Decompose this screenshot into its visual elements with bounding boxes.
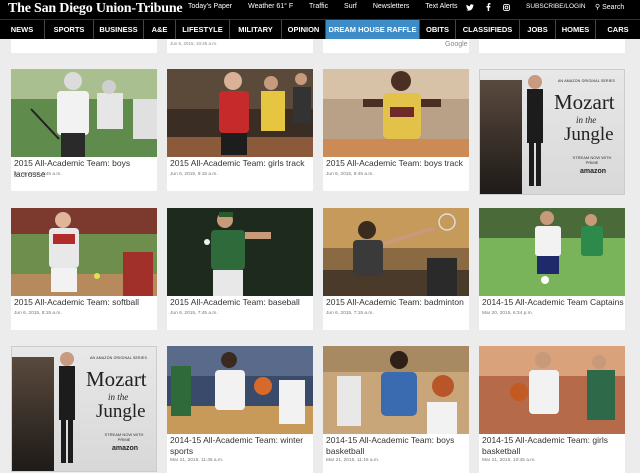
- nav-ae[interactable]: A&E: [144, 20, 176, 40]
- article-thumbnail[interactable]: [167, 208, 313, 296]
- article-title[interactable]: 2014-15 All-Academic Team: winter sports: [170, 435, 312, 457]
- surf-link[interactable]: Surf: [344, 3, 357, 10]
- article-thumbnail[interactable]: [323, 208, 469, 296]
- nav-news[interactable]: NEWS: [0, 20, 45, 40]
- ad-title: Jungle: [564, 124, 614, 145]
- article-card[interactable]: 2015 All-Academic Team: boys track Jun 6…: [323, 69, 469, 191]
- ad-stream-text: STREAM NOW WITH PRIME: [104, 432, 144, 442]
- instagram-icon[interactable]: [498, 4, 514, 13]
- nav-business[interactable]: BUSINESS: [94, 20, 144, 40]
- top-bar: The San Diego Union-Tribune Today's Pape…: [0, 0, 640, 19]
- amazon-logo: amazon: [580, 168, 607, 175]
- nav-homes[interactable]: HOMES: [556, 20, 596, 40]
- ad-series-label: AN AMAZON ORIGINAL SERIES: [90, 356, 147, 360]
- article-date: Jun 6, 2015, 9:15 a.m.: [170, 172, 218, 177]
- main-nav: NEWS SPORTS BUSINESS A&E LIFESTYLE MILIT…: [0, 19, 640, 40]
- article-date: Mar 21, 2015, 10:45 a.m.: [482, 458, 536, 463]
- article-date: Jun 6, 2015, 9:45 a.m.: [14, 172, 62, 177]
- ad-figure: [527, 75, 543, 186]
- article-title[interactable]: 2015 All-Academic Team: girls track: [170, 158, 312, 169]
- article-card[interactable]: 2015 All-Academic Team: softball Jun 6, …: [11, 208, 157, 330]
- article-thumbnail[interactable]: [479, 208, 625, 296]
- card-stub: [479, 39, 625, 53]
- ad-title: Mozart: [86, 367, 147, 391]
- nav-classifieds[interactable]: CLASSIFIEDS: [456, 20, 520, 40]
- article-thumbnail[interactable]: [479, 346, 625, 434]
- article-title[interactable]: 2014-15 All-Academic Team: boys basketba…: [326, 435, 468, 457]
- todays-paper-link[interactable]: Today's Paper: [188, 3, 232, 10]
- article-title[interactable]: 2014-15 All-Academic Team Captains: [482, 297, 624, 308]
- card-date: Jun 6, 2015, 10:45 a.m.: [170, 41, 218, 46]
- amazon-logo: amazon: [112, 445, 139, 452]
- ad-figure: [59, 352, 75, 463]
- newsletters-link[interactable]: Newsletters: [373, 3, 410, 10]
- traffic-link[interactable]: Traffic: [309, 3, 328, 10]
- article-title[interactable]: 2014-15 All-Academic Team: girls basketb…: [482, 435, 624, 457]
- article-title[interactable]: 2015 All-Academic Team: softball: [14, 297, 156, 308]
- nav-military[interactable]: MILITARY: [230, 20, 282, 40]
- ad-image: [12, 357, 54, 471]
- ad-image: [480, 80, 522, 194]
- ad-title: Mozart: [554, 90, 615, 114]
- advertisement[interactable]: AN AMAZON ORIGINAL SERIES Mozart in the …: [11, 346, 157, 472]
- article-date: Jun 6, 2015, 8:45 a.m.: [326, 172, 374, 177]
- article-date: Mar 21, 2015, 11:45 a.m.: [170, 458, 224, 463]
- article-date: Jun 6, 2015, 8:15 a.m.: [14, 311, 62, 316]
- nav-lifestyle[interactable]: LIFESTYLE: [176, 20, 230, 40]
- article-thumbnail[interactable]: [323, 69, 469, 157]
- article-thumbnail[interactable]: [11, 208, 157, 296]
- utility-links: Today's Paper Weather 61° F Traffic Surf…: [188, 3, 472, 10]
- article-card[interactable]: 2015 All-Academic Team: badminton Jun 6,…: [323, 208, 469, 330]
- nav-dream-house-raffle[interactable]: DREAM HOUSE RAFFLE: [326, 20, 420, 40]
- article-thumbnail[interactable]: [323, 346, 469, 434]
- twitter-icon[interactable]: [462, 4, 478, 13]
- article-card[interactable]: 2014-15 All-Academic Team Captains Mar 2…: [479, 208, 625, 330]
- site-logo[interactable]: The San Diego Union-Tribune: [8, 1, 183, 17]
- google-label: Google: [445, 41, 468, 48]
- article-card[interactable]: 2014-15 All-Academic Team: boys basketba…: [323, 346, 469, 473]
- article-date: Jun 6, 2015, 7:45 a.m.: [170, 311, 218, 316]
- article-card[interactable]: 2014-15 All-Academic Team: winter sports…: [167, 346, 313, 473]
- nav-sports[interactable]: SPORTS: [45, 20, 94, 40]
- article-date: Mar 20, 2015, 6:34 p.m.: [482, 311, 533, 316]
- article-card[interactable]: 2014-15 All-Academic Team: girls basketb…: [479, 346, 625, 473]
- social-links: [462, 3, 514, 13]
- article-card[interactable]: 2015 All-Academic Team: boys lacrosse Ju…: [11, 69, 157, 191]
- nav-jobs[interactable]: JOBS: [520, 20, 556, 40]
- nav-cars[interactable]: CARS: [596, 20, 640, 40]
- search-button[interactable]: ⚲ Search: [595, 3, 624, 11]
- article-card[interactable]: 2015 All-Academic Team: girls track Jun …: [167, 69, 313, 191]
- article-thumbnail[interactable]: [11, 69, 157, 157]
- card-stub: [11, 39, 157, 53]
- article-card[interactable]: 2015 All-Academic Team: baseball Jun 6, …: [167, 208, 313, 330]
- nav-opinion[interactable]: OPINION: [282, 20, 326, 40]
- subscribe-login-link[interactable]: SUBSCRIBE/LOGIN: [526, 3, 586, 10]
- article-title[interactable]: 2015 All-Academic Team: badminton: [326, 297, 468, 308]
- ad-series-label: AN AMAZON ORIGINAL SERIES: [558, 79, 615, 83]
- advertisement[interactable]: AN AMAZON ORIGINAL SERIES Mozart in the …: [479, 69, 625, 195]
- article-title[interactable]: 2015 All-Academic Team: baseball: [170, 297, 312, 308]
- article-thumbnail[interactable]: [167, 346, 313, 434]
- facebook-icon[interactable]: [480, 3, 496, 13]
- nav-obits[interactable]: OBITS: [420, 20, 456, 40]
- weather-link[interactable]: Weather 61° F: [248, 3, 293, 10]
- ad-title: Jungle: [96, 401, 146, 422]
- text-alerts-link[interactable]: Text Alerts: [425, 3, 457, 10]
- article-date: Mar 21, 2015, 11:15 a.m.: [326, 458, 380, 463]
- article-thumbnail[interactable]: [167, 69, 313, 157]
- ad-stream-text: STREAM NOW WITH PRIME: [572, 155, 612, 165]
- article-title[interactable]: 2015 All-Academic Team: boys track: [326, 158, 468, 169]
- article-date: Jun 6, 2015, 7:15 a.m.: [326, 311, 374, 316]
